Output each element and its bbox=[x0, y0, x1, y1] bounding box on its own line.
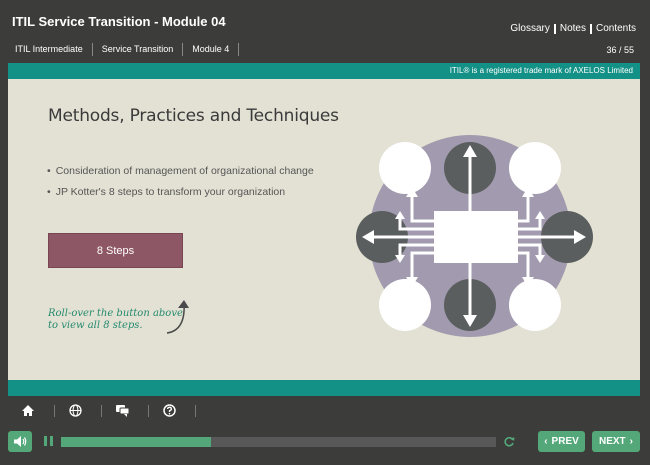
bullet-item: JP Kotter's 8 steps to transform your or… bbox=[47, 186, 314, 198]
toolbar-separator bbox=[54, 404, 55, 417]
progress-fill bbox=[61, 437, 212, 447]
slide-title: Methods, Practices and Techniques bbox=[48, 106, 339, 126]
breadcrumb-item: Service Transition bbox=[93, 43, 184, 56]
prev-button[interactable]: ‹ PREV bbox=[538, 431, 585, 452]
breadcrumb: ITIL Intermediate Service Transition Mod… bbox=[6, 43, 240, 56]
node-white bbox=[509, 279, 561, 331]
change-model-diagram bbox=[356, 135, 593, 337]
player-controls: ‹ PREV NEXT › bbox=[0, 425, 650, 465]
next-button[interactable]: NEXT › bbox=[592, 431, 640, 452]
breadcrumb-item: Module 4 bbox=[183, 43, 240, 56]
link-separator bbox=[553, 23, 556, 34]
chevron-right-icon: › bbox=[629, 436, 633, 447]
bullet-list: Consideration of management of organizat… bbox=[47, 165, 314, 207]
node-white bbox=[379, 142, 431, 194]
chevron-left-icon: ‹ bbox=[544, 436, 548, 447]
toolbar-separator bbox=[148, 404, 149, 417]
footer-bar bbox=[8, 380, 640, 396]
trademark-bar: ITIL® is a registered trade mark of AXEL… bbox=[8, 63, 640, 79]
volume-button[interactable] bbox=[8, 431, 32, 452]
progress-bar[interactable] bbox=[61, 437, 496, 447]
bullet-item: Consideration of management of organizat… bbox=[47, 165, 314, 177]
page-count: 36 / 55 bbox=[606, 45, 634, 55]
prev-label: PREV bbox=[551, 436, 579, 447]
node-white bbox=[379, 279, 431, 331]
chat-icon[interactable] bbox=[112, 401, 132, 421]
toolbar-separator bbox=[195, 404, 196, 417]
top-links: Glossary Notes Contents bbox=[510, 23, 636, 34]
node-white bbox=[509, 142, 561, 194]
glossary-link[interactable]: Glossary bbox=[510, 23, 549, 34]
toolbar-separator bbox=[101, 404, 102, 417]
center-box bbox=[434, 211, 518, 263]
replay-icon[interactable] bbox=[503, 436, 515, 448]
help-icon[interactable] bbox=[159, 401, 179, 421]
slide-content: Methods, Practices and Techniques Consid… bbox=[8, 79, 640, 380]
next-label: NEXT bbox=[598, 436, 626, 447]
link-separator bbox=[589, 23, 592, 34]
breadcrumb-item: ITIL Intermediate bbox=[6, 43, 93, 56]
course-title: ITIL Service Transition - Module 04 bbox=[12, 14, 226, 29]
contents-link[interactable]: Contents bbox=[596, 23, 636, 34]
toolbar bbox=[8, 398, 640, 423]
home-icon[interactable] bbox=[18, 401, 38, 421]
pause-icon[interactable] bbox=[44, 436, 53, 446]
speaker-icon bbox=[13, 436, 26, 447]
curved-arrow-icon bbox=[166, 300, 189, 334]
eight-steps-button[interactable]: 8 Steps bbox=[48, 233, 183, 268]
notes-link[interactable]: Notes bbox=[560, 23, 586, 34]
globe-icon[interactable] bbox=[65, 401, 85, 421]
